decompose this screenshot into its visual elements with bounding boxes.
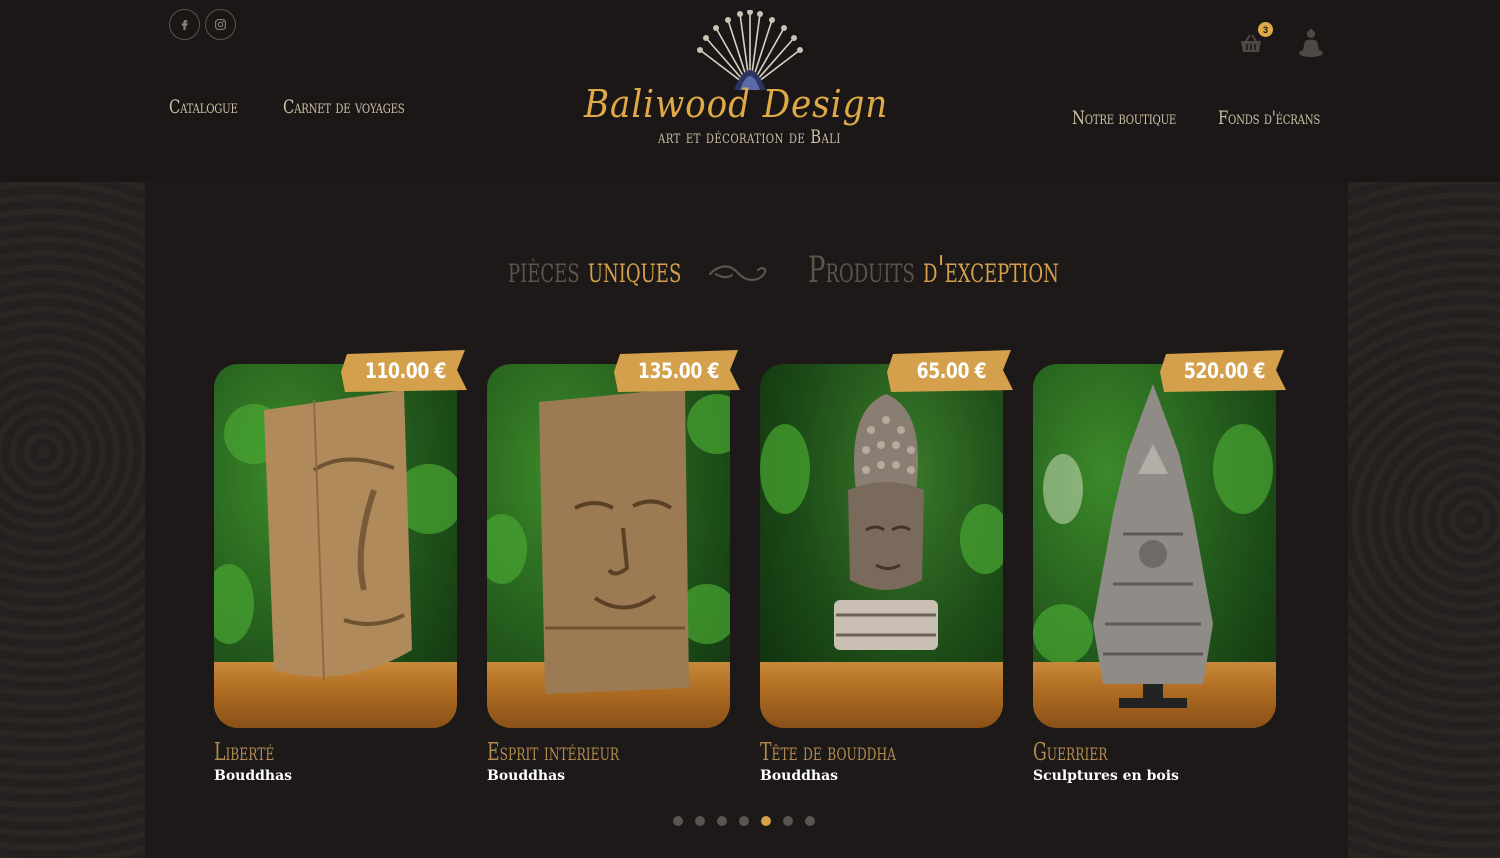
product-category[interactable]: Bouddhas	[760, 768, 1003, 784]
price-tag: 135.00 €	[614, 350, 742, 392]
facebook-link[interactable]	[169, 9, 200, 40]
price-value: 65.00 €	[916, 359, 986, 383]
wooden-buddha-face	[264, 390, 412, 681]
headline-produits-exception: Produits d'exception	[808, 250, 1059, 291]
buddha-head-statue	[834, 394, 938, 650]
carousel-dot[interactable]	[673, 816, 683, 826]
warrior-wood-sculpture	[1093, 384, 1213, 708]
carousel-dot[interactable]	[739, 816, 749, 826]
carousel-dot[interactable]	[805, 816, 815, 826]
site-header: Catalogue Carnet de voyages Baliwood Des…	[0, 0, 1500, 182]
foliage	[487, 514, 527, 584]
logo-name: Baliwood Design	[584, 82, 889, 126]
price-value: 520.00 €	[1183, 359, 1265, 383]
nav-notre-boutique[interactable]: Notre boutique	[1072, 107, 1176, 129]
basket-icon	[1241, 34, 1261, 52]
product-card[interactable]: Tête de bouddha Bouddhas	[760, 364, 1003, 784]
fan-emblem-icon	[697, 10, 803, 90]
product-title[interactable]: Tête de bouddha	[760, 738, 935, 768]
product-card[interactable]: Liberté Bouddhas	[214, 364, 457, 784]
foliage	[960, 504, 1003, 574]
instagram-link[interactable]	[205, 9, 236, 40]
headline-pieces-uniques: pièces uniques	[508, 250, 681, 291]
product-title[interactable]: Esprit intérieur	[487, 738, 662, 768]
headline-right-muted: Produits	[808, 250, 924, 291]
nav-catalogue[interactable]: Catalogue	[169, 96, 238, 118]
product-category[interactable]: Bouddhas	[487, 768, 730, 784]
wooden-buddha-face	[539, 388, 689, 694]
foliage	[1043, 454, 1083, 524]
carousel-pagination	[673, 816, 815, 826]
product-image[interactable]	[214, 364, 457, 728]
product-title[interactable]: Liberté	[214, 738, 389, 768]
foliage	[760, 424, 810, 514]
price-tag: 520.00 €	[1160, 350, 1288, 392]
product-card[interactable]: Guerrier Sculptures en bois	[1033, 364, 1276, 784]
headline-right-gold: d'exception	[923, 250, 1059, 291]
carousel-dot[interactable]	[761, 816, 771, 826]
product-category[interactable]: Sculptures en bois	[1033, 768, 1276, 784]
price-value: 135.00 €	[637, 359, 719, 383]
teak-root-table	[760, 662, 1003, 728]
product-image[interactable]	[760, 364, 1003, 728]
price-tag: 110.00 €	[341, 350, 469, 392]
ornament-swash-icon	[708, 265, 767, 281]
buddha-user-icon[interactable]	[1298, 28, 1324, 58]
product-image[interactable]	[487, 364, 730, 728]
decorative-side-right	[1348, 182, 1500, 858]
facebook-icon	[181, 20, 188, 30]
product-image[interactable]	[1033, 364, 1276, 728]
carousel-dot[interactable]	[783, 816, 793, 826]
headline-left-muted: pièces	[508, 250, 588, 291]
price-tag: 65.00 €	[887, 350, 1015, 392]
decorative-side-left	[0, 182, 145, 858]
nav-carnet-de-voyages[interactable]: Carnet de voyages	[283, 96, 405, 118]
product-card[interactable]: Esprit intérieur Bouddhas	[487, 364, 730, 784]
carousel-dot[interactable]	[717, 816, 727, 826]
cart-count-badge: 3	[1258, 22, 1273, 37]
site-logo[interactable]: Baliwood Design art et décoration de Bal…	[580, 10, 910, 155]
instagram-icon	[215, 19, 226, 30]
product-title[interactable]: Guerrier	[1033, 738, 1208, 768]
price-value: 110.00 €	[364, 359, 446, 383]
logo-tagline: art et décoration de Bali	[658, 126, 841, 148]
headline-left-gold: uniques	[587, 250, 682, 291]
foliage	[214, 564, 254, 644]
carousel-dot[interactable]	[695, 816, 705, 826]
product-category[interactable]: Bouddhas	[214, 768, 457, 784]
nav-fonds-ecrans[interactable]: Fonds d'écrans	[1218, 107, 1320, 129]
